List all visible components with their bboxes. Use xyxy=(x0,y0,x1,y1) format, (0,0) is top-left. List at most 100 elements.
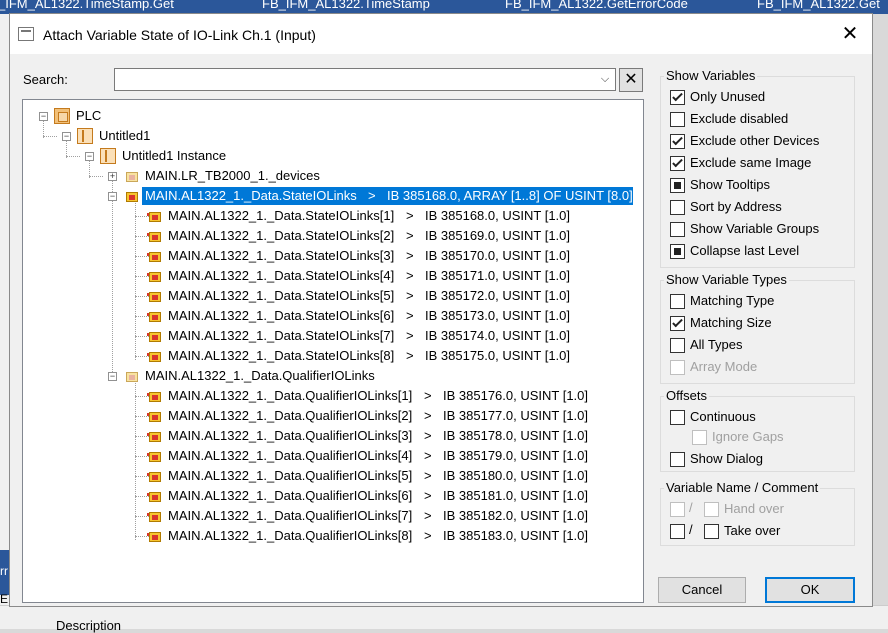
exclude-other-devices-checkbox[interactable]: Exclude other Devices xyxy=(670,133,850,151)
checkbox-box[interactable] xyxy=(670,410,685,425)
tree-node-qualifier-item[interactable]: MAIN.AL1322_1._Data.QualifierIOLinks[6] … xyxy=(23,486,623,506)
tree-node-state-item[interactable]: MAIN.AL1322_1._Data.StateIOLinks[6] > IB… xyxy=(23,306,623,326)
checkbox-box[interactable] xyxy=(670,452,685,467)
tree-node-plc[interactable]: − PLC xyxy=(23,106,323,126)
checkbox-box[interactable] xyxy=(670,338,685,353)
variable-icon xyxy=(147,468,163,484)
checkbox-box[interactable] xyxy=(670,294,685,309)
tree-node-qualifier-item[interactable]: MAIN.AL1322_1._Data.QualifierIOLinks[1] … xyxy=(23,386,623,406)
tree-node-arrow: > xyxy=(424,448,432,463)
attach-variable-dialog: Attach Variable State of IO-Link Ch.1 (I… xyxy=(9,13,873,607)
variable-icon xyxy=(147,488,163,504)
cancel-button[interactable]: Cancel xyxy=(658,577,746,603)
checkbox-box[interactable] xyxy=(670,316,685,331)
tree-node-state-item[interactable]: MAIN.AL1322_1._Data.StateIOLinks[7] > IB… xyxy=(23,326,623,346)
checkbox-box[interactable] xyxy=(670,244,685,259)
checkbox-box[interactable] xyxy=(704,524,719,539)
take-over-comment-checkbox[interactable]: Take over xyxy=(704,523,854,541)
checkbox-box[interactable] xyxy=(670,200,685,215)
background-bottom-pane xyxy=(0,605,888,629)
tree-node-state-item[interactable]: MAIN.AL1322_1._Data.StateIOLinks[1] > IB… xyxy=(23,206,623,226)
tree-node-qualifier-item[interactable]: MAIN.AL1322_1._Data.QualifierIOLinks[5] … xyxy=(23,466,623,486)
tree-node-qualifier-item[interactable]: MAIN.AL1322_1._Data.QualifierIOLinks[4] … xyxy=(23,446,623,466)
show-variable-groups-checkbox[interactable]: Show Variable Groups xyxy=(670,221,850,239)
tree-node-label: MAIN.AL1322_1._Data.StateIOLinks[6] xyxy=(168,308,395,323)
exclude-disabled-checkbox[interactable]: Exclude disabled xyxy=(670,111,850,129)
variable-name-comment-title: Variable Name / Comment xyxy=(664,480,821,495)
checkbox-label: Show Tooltips xyxy=(690,177,770,192)
checkbox-box[interactable] xyxy=(670,222,685,237)
checkbox-label: Ignore Gaps xyxy=(712,429,784,444)
checkbox-box xyxy=(692,430,707,445)
tree-node-instance[interactable]: − Untitled1 Instance xyxy=(23,146,323,166)
checkbox-box[interactable] xyxy=(670,134,685,149)
tree-node-state-item[interactable]: MAIN.AL1322_1._Data.StateIOLinks[8] > IB… xyxy=(23,346,623,366)
checkbox-box[interactable] xyxy=(670,112,685,127)
tree-node-address: IB 385182.0, USINT [1.0] xyxy=(443,508,589,523)
tree-node-qualifier-item[interactable]: MAIN.AL1322_1._Data.QualifierIOLinks[7] … xyxy=(23,506,623,526)
background-tab[interactable]: _IFM_AL1322.TimeStamp.Get xyxy=(0,0,174,11)
tree-node-label: MAIN.AL1322_1._Data.StateIOLinks[8] xyxy=(168,348,395,363)
all-types-checkbox[interactable]: All Types xyxy=(670,337,850,355)
take-over-name-checkbox[interactable] xyxy=(670,524,685,539)
variable-icon xyxy=(147,208,163,224)
tree-node-arrow: > xyxy=(406,288,414,303)
tree-node-address: IB 385172.0, USINT [1.0] xyxy=(425,288,571,303)
tree-node-state-item[interactable]: MAIN.AL1322_1._Data.StateIOLinks[2] > IB… xyxy=(23,226,623,246)
ignore-gaps-checkbox: Ignore Gaps xyxy=(692,429,852,447)
background-tab[interactable]: FB_IFM_AL1322.TimeStamp xyxy=(262,0,430,11)
ok-button[interactable]: OK xyxy=(765,577,855,603)
dialog-titlebar: Attach Variable State of IO-Link Ch.1 (I… xyxy=(10,14,872,54)
background-tab[interactable]: FB_IFM_AL1322.Get xyxy=(757,0,880,11)
dialog-title: Attach Variable State of IO-Link Ch.1 (I… xyxy=(43,27,316,43)
tree-node-label: MAIN.AL1322_1._Data.StateIOLinks[3] xyxy=(168,248,395,263)
clear-search-button[interactable]: ✕ xyxy=(619,68,643,92)
project-icon xyxy=(77,128,93,144)
collapse-icon[interactable]: − xyxy=(62,132,71,141)
chevron-down-icon[interactable]: ⌵ xyxy=(598,72,612,87)
collapse-last-level-checkbox[interactable]: Collapse last Level xyxy=(670,243,850,261)
close-button[interactable]: ✕ xyxy=(836,22,864,46)
expand-icon[interactable]: + xyxy=(108,172,117,181)
tree-node-devices[interactable]: + MAIN.LR_TB2000_1._devices xyxy=(23,166,423,186)
collapse-icon[interactable]: − xyxy=(108,192,117,201)
tree-node-label: MAIN.AL1322_1._Data.QualifierIOLinks[7] xyxy=(168,508,413,523)
show-dialog-checkbox[interactable]: Show Dialog xyxy=(670,451,850,469)
exclude-same-image-checkbox[interactable]: Exclude same Image xyxy=(670,155,850,173)
variable-icon xyxy=(147,448,163,464)
checkbox-box[interactable] xyxy=(670,156,685,171)
collapse-icon[interactable]: − xyxy=(39,112,48,121)
tree-node-state-item[interactable]: MAIN.AL1322_1._Data.StateIOLinks[4] > IB… xyxy=(23,266,623,286)
collapse-icon[interactable]: − xyxy=(85,152,94,161)
collapse-icon[interactable]: − xyxy=(108,372,117,381)
tree-node-qualifier-item[interactable]: MAIN.AL1322_1._Data.QualifierIOLinks[2] … xyxy=(23,406,623,426)
checkbox-box[interactable] xyxy=(670,90,685,105)
matching-type-checkbox[interactable]: Matching Type xyxy=(670,293,850,311)
tree-node-qualifier-item[interactable]: MAIN.AL1322_1._Data.QualifierIOLinks[3] … xyxy=(23,426,623,446)
variable-tree[interactable]: − PLC − Untitled1 − Untitled1 Instance +… xyxy=(22,99,644,603)
tree-node-arrow: > xyxy=(424,468,432,483)
tree-node-state-item[interactable]: MAIN.AL1322_1._Data.StateIOLinks[3] > IB… xyxy=(23,246,623,266)
background-tab[interactable]: FB_IFM_AL1322.GetErrorCode xyxy=(505,0,688,11)
window-icon xyxy=(18,27,34,41)
only-unused-checkbox[interactable]: Only Unused xyxy=(670,89,850,107)
tree-node-label: MAIN.AL1322_1._Data.QualifierIOLinks[1] xyxy=(168,388,413,403)
checkbox-box[interactable] xyxy=(670,178,685,193)
tree-node-state-item[interactable]: MAIN.AL1322_1._Data.StateIOLinks[5] > IB… xyxy=(23,286,623,306)
tree-node-state-iolinks[interactable]: − MAIN.AL1322_1._Data.StateIOLinks > IB … xyxy=(23,186,643,206)
checkbox-box xyxy=(704,502,719,517)
search-input[interactable] xyxy=(117,71,593,88)
tree-node-qualifier-iolinks[interactable]: − MAIN.AL1322_1._Data.QualifierIOLinks xyxy=(23,366,423,386)
tree-node-address: IB 385168.0, ARRAY [1..8] OF USINT [8.0] xyxy=(387,188,633,203)
matching-size-checkbox[interactable]: Matching Size xyxy=(670,315,850,333)
tree-node-qualifier-item[interactable]: MAIN.AL1322_1._Data.QualifierIOLinks[8] … xyxy=(23,526,623,546)
checkbox-label: Continuous xyxy=(690,409,756,424)
tree-node-project[interactable]: − Untitled1 xyxy=(23,126,323,146)
continuous-checkbox[interactable]: Continuous xyxy=(670,409,850,427)
checkbox-label: Only Unused xyxy=(690,89,766,104)
tree-node-arrow: > xyxy=(406,208,414,223)
tree-node-label: Untitled1 Instance xyxy=(122,148,227,163)
sort-by-address-checkbox[interactable]: Sort by Address xyxy=(670,199,850,217)
show-tooltips-checkbox[interactable]: Show Tooltips xyxy=(670,177,850,195)
search-combobox[interactable]: ⌵ xyxy=(114,68,616,91)
